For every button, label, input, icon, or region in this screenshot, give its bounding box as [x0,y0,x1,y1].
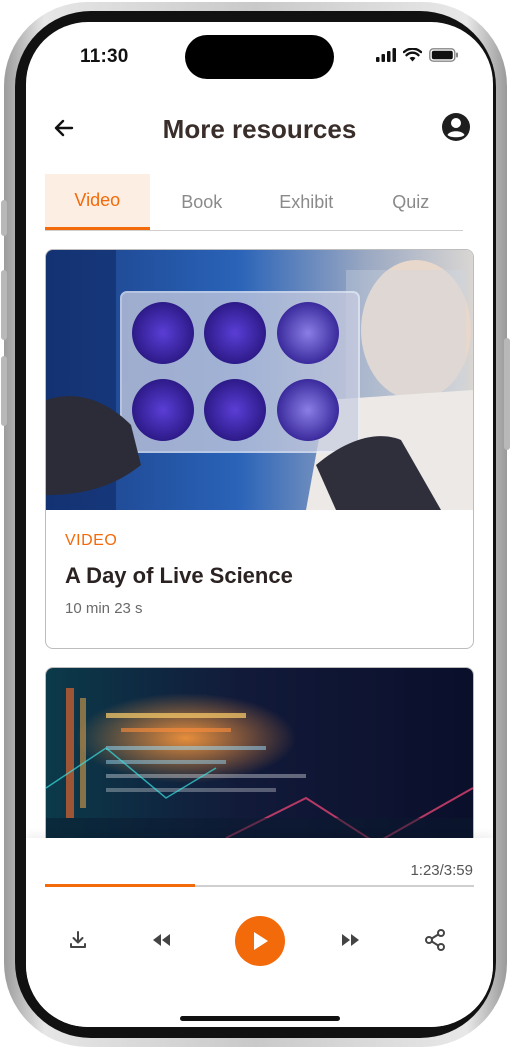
tab-quiz[interactable]: Quiz [359,174,464,230]
progress-fill [45,884,196,887]
page-title: More resources [162,114,357,144]
resource-tabs: Video Book Exhibit Quiz [45,174,463,231]
card-duration: 10 min 23 s [65,600,143,617]
play-icon [254,932,268,950]
tab-exhibit[interactable]: Exhibit [254,174,359,230]
rewind-button[interactable] [147,926,175,954]
volume-up-button [1,270,7,340]
resource-card[interactable]: VIDEO A Day of Live Science 10 min 23 s [45,249,474,649]
play-button[interactable] [235,916,285,966]
media-player: 1:23/3:59 [26,838,493,1027]
tab-book[interactable]: Book [150,174,255,230]
status-icons [376,48,459,62]
account-circle-icon [442,113,470,141]
battery-icon [429,48,458,62]
volume-down-button [1,356,7,426]
signal-icon [376,48,396,62]
profile-button[interactable] [441,112,473,144]
wifi-icon [403,48,422,62]
share-button[interactable] [421,926,449,954]
dynamic-island [185,35,334,79]
status-bar: 11:30 [26,22,493,92]
progress-track[interactable] [45,884,474,887]
download-icon [70,931,86,948]
silent-switch [1,200,7,236]
power-button [504,338,510,450]
playback-time: 1:23/3:59 [410,862,473,879]
fast-forward-button[interactable] [337,926,365,954]
card-title: A Day of Live Science [65,563,293,588]
card-type-label: VIDEO [65,532,118,549]
screen: 11:30 More resources Video Book Exhibit … [26,22,493,1027]
share-icon [425,929,445,951]
app-header: More resources [26,108,493,152]
player-controls [26,916,493,966]
home-indicator[interactable] [180,1016,340,1021]
fast-forward-icon [342,934,359,946]
download-button[interactable] [64,926,92,954]
tab-video[interactable]: Video [45,174,150,230]
card-thumbnail-image [46,250,473,510]
rewind-icon [153,934,170,946]
status-time: 11:30 [80,46,129,67]
